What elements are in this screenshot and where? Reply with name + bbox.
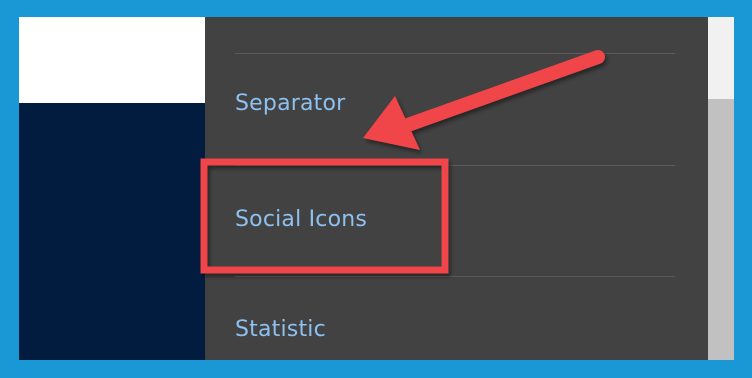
scrollbar-track[interactable]	[708, 17, 734, 360]
navy-panel	[19, 103, 205, 360]
screenshot-frame: Separator Social Icons Statistic	[0, 0, 752, 378]
dropdown-menu: Separator Social Icons Statistic	[205, 17, 708, 360]
menu-divider	[235, 53, 675, 54]
menu-item-statistic[interactable]: Statistic	[235, 317, 326, 342]
page-content: Separator Social Icons Statistic	[19, 17, 734, 360]
menu-divider	[235, 165, 675, 166]
menu-divider	[235, 276, 675, 277]
menu-item-separator[interactable]: Separator	[235, 91, 345, 116]
scrollbar-thumb[interactable]	[708, 99, 734, 360]
header-area	[19, 17, 205, 103]
menu-item-social-icons[interactable]: Social Icons	[235, 207, 367, 232]
